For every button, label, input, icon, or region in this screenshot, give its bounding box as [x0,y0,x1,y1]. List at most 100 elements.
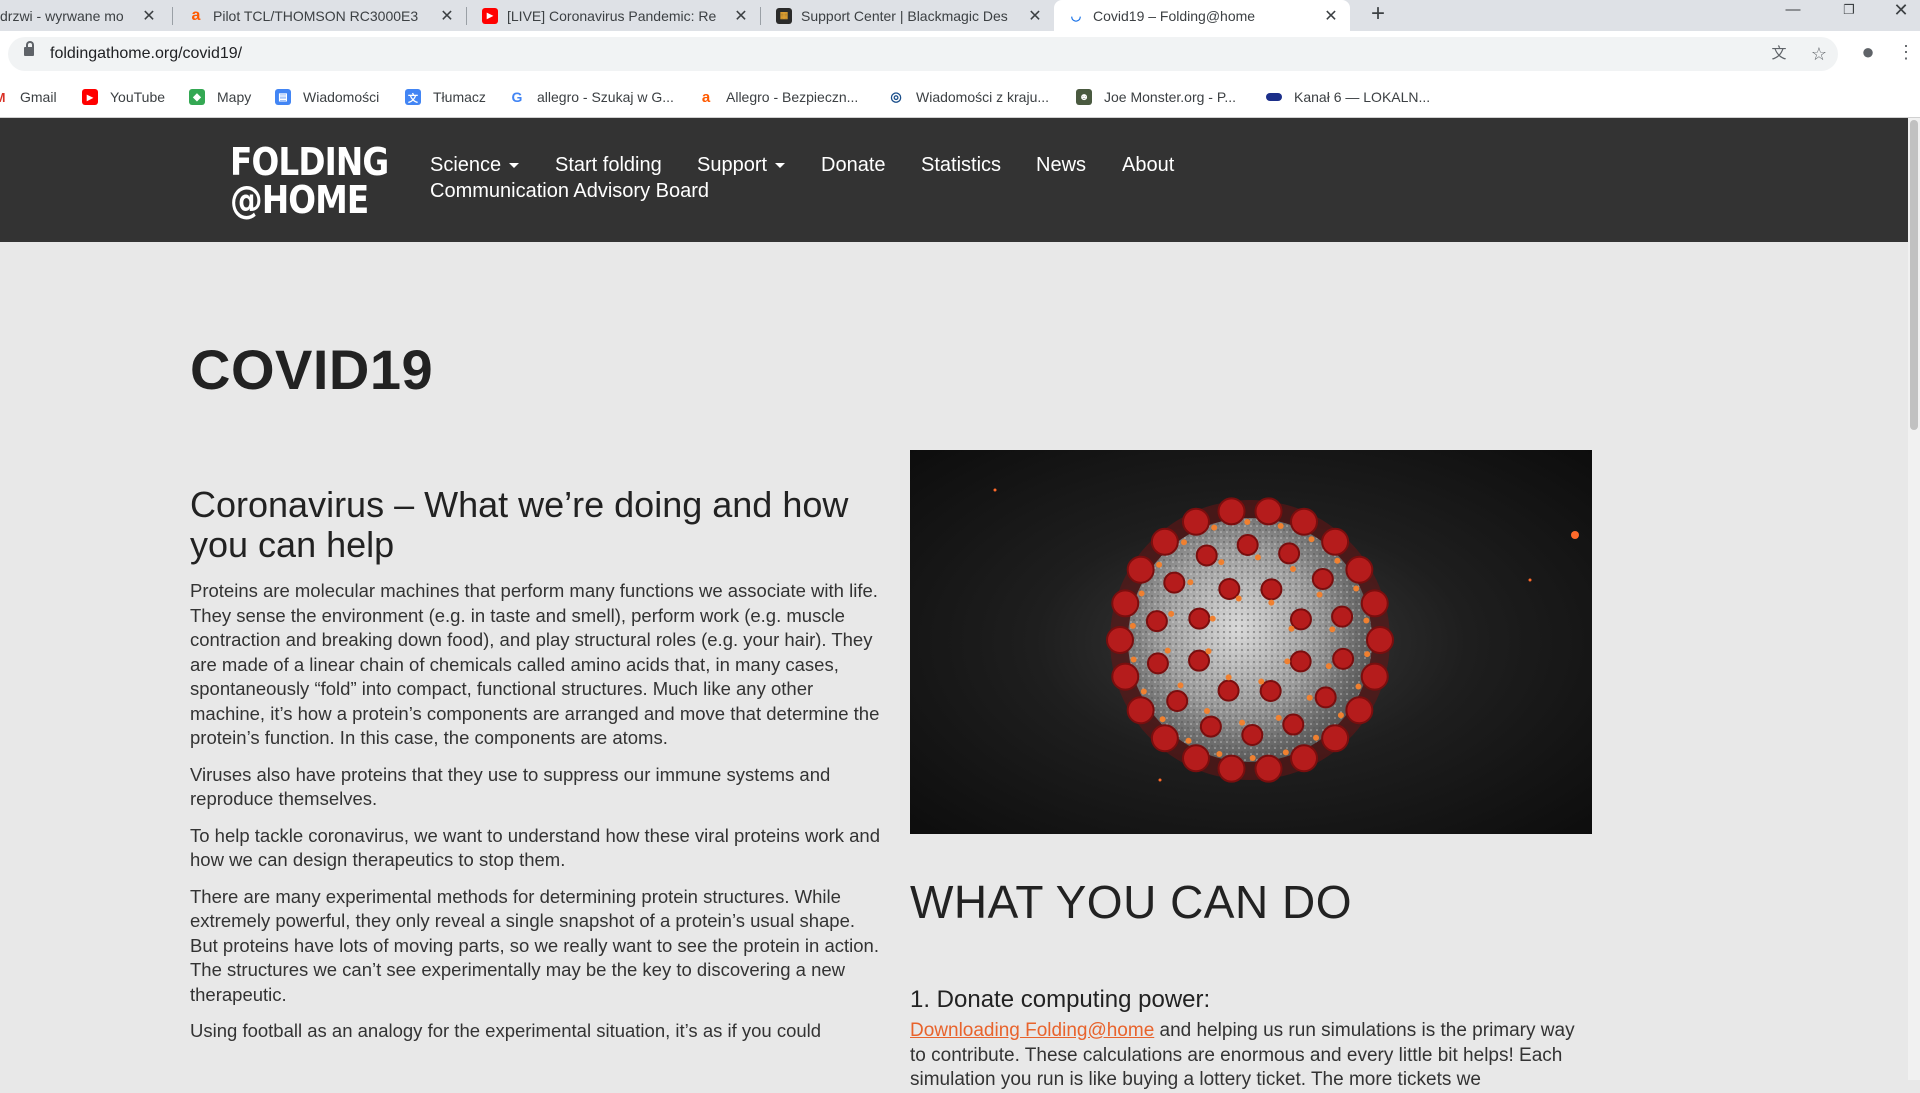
bookmark-label: Tłumacz [433,89,486,105]
logo-line-2: @HOME [230,178,369,222]
bookmarks-bar: M Gmail ▶ YouTube ◆ Mapy ▤ Wiadomości 文 … [0,77,1920,118]
restore-icon[interactable]: ❐ [1826,0,1872,31]
nav-start-folding[interactable]: Start folding [555,154,662,177]
nav-label: About [1122,154,1175,176]
paragraph: Viruses also have proteins that they use… [190,763,831,810]
tab-blackmagic[interactable]: ▦ Support Center | Blackmagic Des ✕ [762,0,1054,31]
caret-down-icon [775,163,786,169]
nav-label: Communication Advisory Board [430,180,710,202]
paragraph: There are many experimental methods for … [190,885,879,1005]
bookmark-allegro-search[interactable]: G allegro - Szukaj w G... [509,88,674,106]
close-window-icon[interactable]: ✕ [1882,0,1920,31]
site-logo[interactable]: FOLDING @HOME [230,140,389,222]
tab-strip: drzwi - wyrwane mo ✕ a Pilot TCL/THOMSON… [0,0,1920,31]
bookmark-tlumacz[interactable]: 文 Tłumacz [405,88,486,106]
blackmagic-icon: ▦ [776,7,792,24]
what-you-can-do-heading: WHAT YOU CAN DO [910,876,1352,928]
translate-icon[interactable]: 文 [1768,43,1790,65]
bookmark-wiadomosci-kraju[interactable]: ◎ Wiadomości z kraju... [888,88,1049,106]
bookmark-joe-monster[interactable]: ☻ Joe Monster.org - P... [1076,88,1236,106]
site-header: FOLDING @HOME Science Start folding Supp… [0,118,1908,242]
page-title: COVID19 [190,338,434,401]
section-heading: Coronavirus – What we’re doing and how y… [190,484,849,565]
tab-separator [760,7,761,25]
bookmark-label: allegro - Szukaj w G... [537,89,674,105]
star-icon[interactable]: ☆ [1808,43,1830,65]
nav-label: Donate [821,154,886,176]
bookmark-gmail[interactable]: M Gmail [0,88,57,106]
tab-separator [466,7,467,25]
close-icon[interactable]: ✕ [1024,6,1046,26]
coronavirus-illustration [993,488,1579,783]
nav-donate[interactable]: Donate [821,154,886,177]
nav-label: Statistics [921,154,1002,176]
nav-communication-advisory-board[interactable]: Communication Advisory Board [430,180,709,203]
globe-icon: ◎ [890,89,902,104]
youtube-icon: ▶ [82,89,98,105]
joe-monster-icon: ☻ [1076,89,1092,105]
youtube-icon: ▶ [482,7,498,24]
translate-icon: 文 [405,89,421,105]
browser-toolbar: foldingathome.org/covid19/ 文 ☆ ● ⋮ [0,31,1920,77]
maps-icon: ◆ [189,89,205,105]
close-icon[interactable]: ✕ [436,6,458,26]
nav-label: Support [697,154,768,176]
tab-covid19-active[interactable]: ◡ Covid19 – Folding@home ✕ [1054,0,1350,31]
bookmark-label: Kanał 6 — LOKALN... [1294,89,1431,105]
article-body: Proteins are molecular machines that per… [190,579,885,1056]
nav-label: Start folding [555,154,662,176]
nav-science[interactable]: Science [430,154,520,177]
bookmark-label: Mapy [217,89,252,105]
tab-drzwi[interactable]: drzwi - wyrwane mo ✕ [0,0,168,31]
nav-support[interactable]: Support [697,154,786,177]
tab-title: Covid19 – Folding@home [1093,7,1256,24]
nav-news[interactable]: News [1036,154,1086,177]
nav-about[interactable]: About [1122,154,1174,177]
close-icon[interactable]: ✕ [730,6,752,26]
tab-title: [LIVE] Coronavirus Pandemic: Re [507,7,717,24]
address-bar[interactable]: foldingathome.org/covid19/ 文 ☆ [8,37,1838,71]
bookmark-label: Joe Monster.org - P... [1104,89,1237,105]
close-icon[interactable]: ✕ [1320,6,1342,26]
profile-icon[interactable]: ● [1857,41,1879,63]
lock-icon [24,41,34,56]
bookmark-label: Allegro - Bezpieczn... [726,89,859,105]
allegro-icon: a [191,6,201,24]
url-text[interactable]: foldingathome.org/covid19/ [50,45,242,63]
download-folding-link[interactable]: Downloading Folding@home [910,1020,1154,1041]
nav-label: News [1036,154,1087,176]
minimize-icon[interactable]: — [1770,0,1816,31]
tab-title: Pilot TCL/THOMSON RC3000E3 [213,7,419,24]
allegro-icon: a [701,88,711,106]
kanal6-icon [1266,93,1282,101]
scrollbar-thumb[interactable] [1910,120,1918,430]
bookmark-label: Wiadomości [303,89,380,105]
loading-icon: ◡ [1070,8,1082,23]
tab-title: drzwi - wyrwane mo [0,7,124,24]
paragraph: To help tackle coronavirus, we want to u… [190,824,881,871]
tab-pilot[interactable]: a Pilot TCL/THOMSON RC3000E3 ✕ [174,0,466,31]
bookmark-kanal6[interactable]: Kanał 6 — LOKALN... [1266,88,1430,106]
caret-down-icon [509,163,520,169]
news-icon: ▤ [275,89,291,105]
bookmark-label: YouTube [110,89,166,105]
gmail-icon: M [0,89,8,105]
paragraph: Proteins are molecular machines that per… [190,580,880,748]
tab-title: Support Center | Blackmagic Des [801,7,1008,24]
close-icon[interactable]: ✕ [138,6,160,26]
tab-separator [172,7,173,25]
menu-icon[interactable]: ⋮ [1895,41,1917,63]
bookmark-allegro[interactable]: a Allegro - Bezpieczn... [698,88,858,106]
bookmark-youtube[interactable]: ▶ YouTube [82,88,165,106]
donate-computing-heading: 1. Donate computing power: [910,986,1211,1013]
tab-live-coronavirus[interactable]: ▶ [LIVE] Coronavirus Pandemic: Re ✕ [468,0,760,31]
donate-paragraph: Downloading Folding@home and helping us … [910,1019,1590,1093]
new-tab-button[interactable]: + [1364,0,1392,31]
bookmark-wiadomosci[interactable]: ▤ Wiadomości [275,88,379,106]
nav-statistics[interactable]: Statistics [921,154,1001,177]
bookmark-mapy[interactable]: ◆ Mapy [189,88,251,106]
nav-label: Science [430,154,502,176]
logo-line-1: FOLDING [230,140,389,184]
google-icon: G [511,89,523,105]
bookmark-label: Wiadomości z kraju... [916,89,1050,105]
